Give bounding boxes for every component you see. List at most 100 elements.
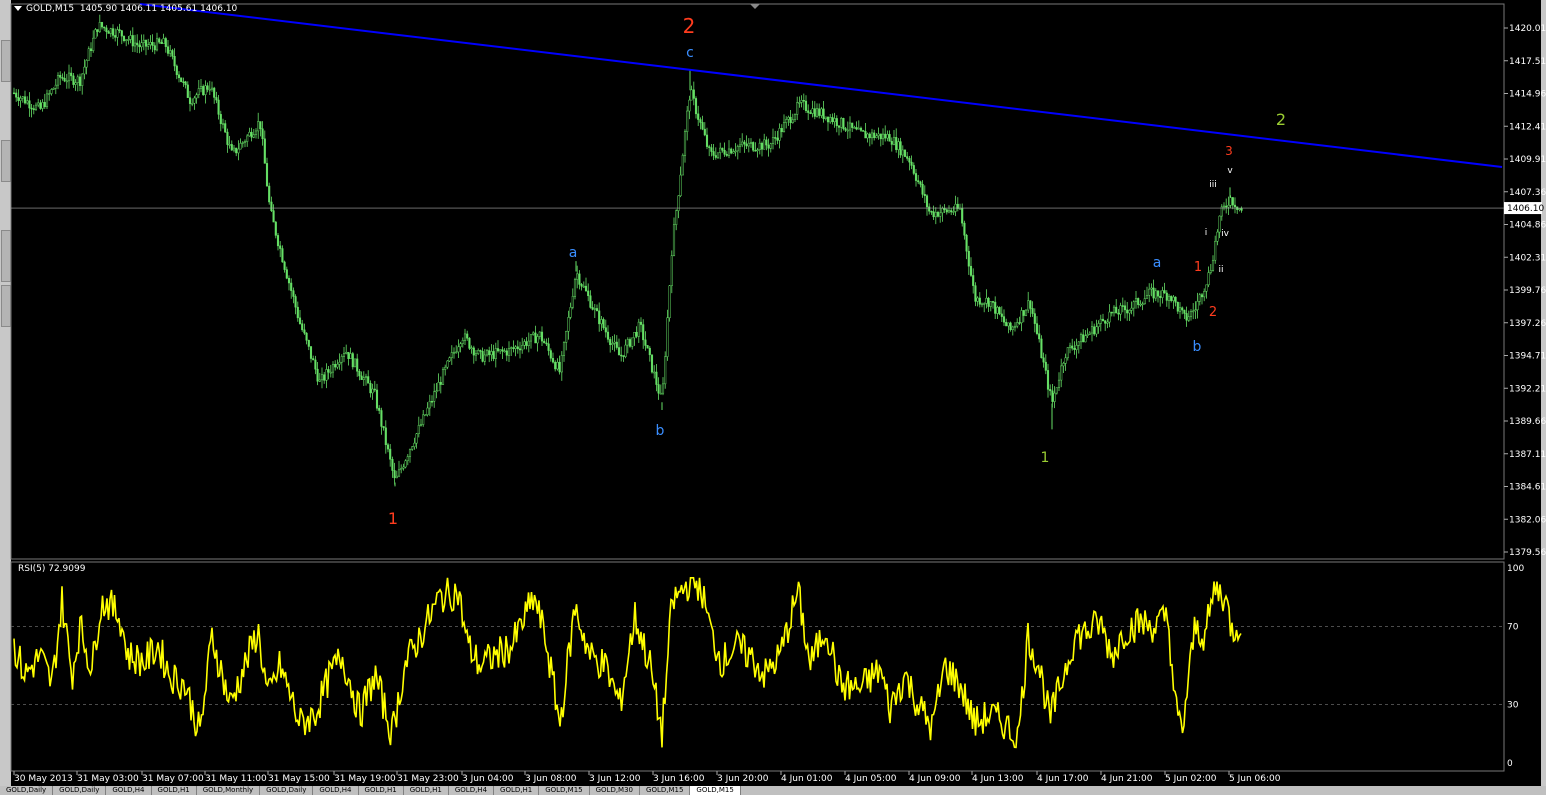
candle-body bbox=[215, 97, 218, 101]
candlesticks bbox=[12, 14, 1243, 487]
candle-body bbox=[237, 148, 240, 154]
price-tick-label: 1414.96 bbox=[1509, 90, 1546, 100]
candle-body bbox=[657, 384, 660, 394]
candle-body bbox=[848, 122, 852, 131]
candle-body bbox=[334, 364, 337, 368]
chart-tab[interactable]: GOLD,H4 bbox=[449, 786, 495, 795]
candle-body bbox=[884, 133, 887, 139]
candle-body bbox=[631, 337, 634, 347]
candle-body bbox=[114, 35, 117, 38]
candle-body bbox=[1128, 310, 1131, 314]
rsi-line bbox=[13, 577, 1242, 749]
candle-body bbox=[34, 104, 38, 110]
candle-body bbox=[406, 456, 409, 462]
candle-body bbox=[765, 139, 768, 146]
resistance-trendline[interactable] bbox=[139, 3, 1503, 168]
candle-body bbox=[1174, 296, 1177, 303]
candle-body bbox=[197, 88, 200, 95]
candle-body bbox=[1192, 310, 1195, 313]
chart-tab[interactable]: GOLD,H4 bbox=[313, 786, 359, 795]
candle-body bbox=[1071, 345, 1074, 349]
candle-body bbox=[501, 349, 504, 352]
candle-body bbox=[650, 354, 654, 373]
candle-body bbox=[459, 343, 462, 348]
time-tick-label: 3 Jun 16:00 bbox=[653, 774, 705, 784]
chart-tab[interactable]: GOLD,H1 bbox=[359, 786, 404, 795]
candle-body bbox=[1178, 307, 1182, 312]
candle-body bbox=[316, 368, 319, 382]
candle-body bbox=[301, 323, 304, 331]
candle-body bbox=[457, 346, 460, 353]
time-tick-label: 3 Jun 04:00 bbox=[462, 774, 514, 784]
candle-body bbox=[1222, 205, 1226, 208]
chart-tab[interactable]: GOLD,M15 bbox=[690, 786, 741, 795]
chart-tab[interactable]: GOLD,H4 bbox=[106, 786, 152, 795]
candle-body bbox=[866, 133, 869, 139]
candle-body bbox=[149, 42, 152, 46]
chart-tab[interactable]: GOLD,H1 bbox=[494, 786, 540, 795]
candle-body bbox=[756, 149, 759, 151]
candle-body bbox=[404, 460, 407, 468]
candle-body bbox=[265, 163, 269, 187]
candle-body bbox=[723, 149, 726, 155]
candle-body bbox=[263, 138, 266, 164]
candle-body bbox=[21, 96, 24, 99]
candle-body bbox=[477, 350, 480, 354]
candle-body bbox=[250, 131, 253, 138]
price-chart[interactable]: 1420.01 1417.51 1414.96 1412.41 1409.91 1407.… bbox=[0, 0, 1546, 786]
candle-body bbox=[50, 89, 53, 94]
candle-body bbox=[268, 185, 271, 203]
candle-body bbox=[252, 134, 255, 138]
candle-body bbox=[879, 133, 882, 140]
candle-body bbox=[89, 48, 93, 51]
time-tick-label: 31 May 15:00 bbox=[268, 774, 330, 784]
candle-body bbox=[1064, 357, 1067, 364]
candle-body bbox=[85, 60, 88, 68]
candle-body bbox=[620, 354, 623, 357]
candle-body bbox=[314, 359, 317, 370]
wave-label: 3 bbox=[1225, 144, 1233, 158]
candle-body bbox=[202, 86, 205, 95]
candle-body bbox=[433, 391, 436, 402]
chart-tab[interactable]: GOLD,Daily bbox=[0, 786, 54, 795]
candle-body bbox=[140, 42, 143, 48]
candle-body bbox=[609, 339, 612, 346]
candle-body bbox=[17, 97, 20, 101]
chart-tab[interactable]: GOLD,Daily bbox=[260, 786, 314, 795]
candle-body bbox=[796, 102, 799, 115]
chart-tab[interactable]: GOLD,M15 bbox=[640, 786, 691, 795]
candle-body bbox=[809, 112, 812, 114]
candle-body bbox=[446, 360, 449, 368]
candle-body bbox=[307, 340, 310, 347]
candle-body bbox=[303, 329, 306, 334]
candle-body bbox=[705, 134, 709, 147]
candle-body bbox=[538, 331, 541, 337]
chart-tab[interactable]: GOLD,H1 bbox=[152, 786, 197, 795]
candle-body bbox=[162, 38, 165, 44]
candle-body bbox=[923, 194, 926, 196]
dropdown-triangle-icon[interactable] bbox=[14, 6, 22, 11]
candle-body bbox=[932, 211, 935, 218]
chart-tab[interactable]: GOLD,M15 bbox=[539, 786, 590, 795]
candle-body bbox=[26, 100, 29, 104]
wave-label: a bbox=[1153, 255, 1162, 271]
candle-body bbox=[279, 245, 282, 249]
chart-tab[interactable]: GOLD,Daily bbox=[53, 786, 107, 795]
candle-body bbox=[373, 388, 376, 391]
candle-body bbox=[521, 345, 524, 351]
candle-body bbox=[23, 96, 27, 104]
chart-tab[interactable]: GOLD,M30 bbox=[590, 786, 641, 795]
candle-body bbox=[833, 118, 836, 123]
rsi-level-label: 30 bbox=[1507, 701, 1519, 711]
wave-label: b bbox=[1193, 339, 1202, 355]
candle-body bbox=[606, 331, 610, 340]
candle-body bbox=[67, 72, 71, 82]
candle-body bbox=[534, 332, 537, 344]
shift-marker-icon[interactable] bbox=[750, 4, 760, 9]
candle-body bbox=[100, 22, 104, 28]
chart-tab[interactable]: GOLD,H1 bbox=[404, 786, 449, 795]
candle-body bbox=[897, 141, 900, 150]
chart-tab[interactable]: GOLD,Monthly bbox=[197, 786, 261, 795]
candle-body bbox=[490, 351, 493, 356]
candle-body bbox=[1088, 332, 1091, 335]
